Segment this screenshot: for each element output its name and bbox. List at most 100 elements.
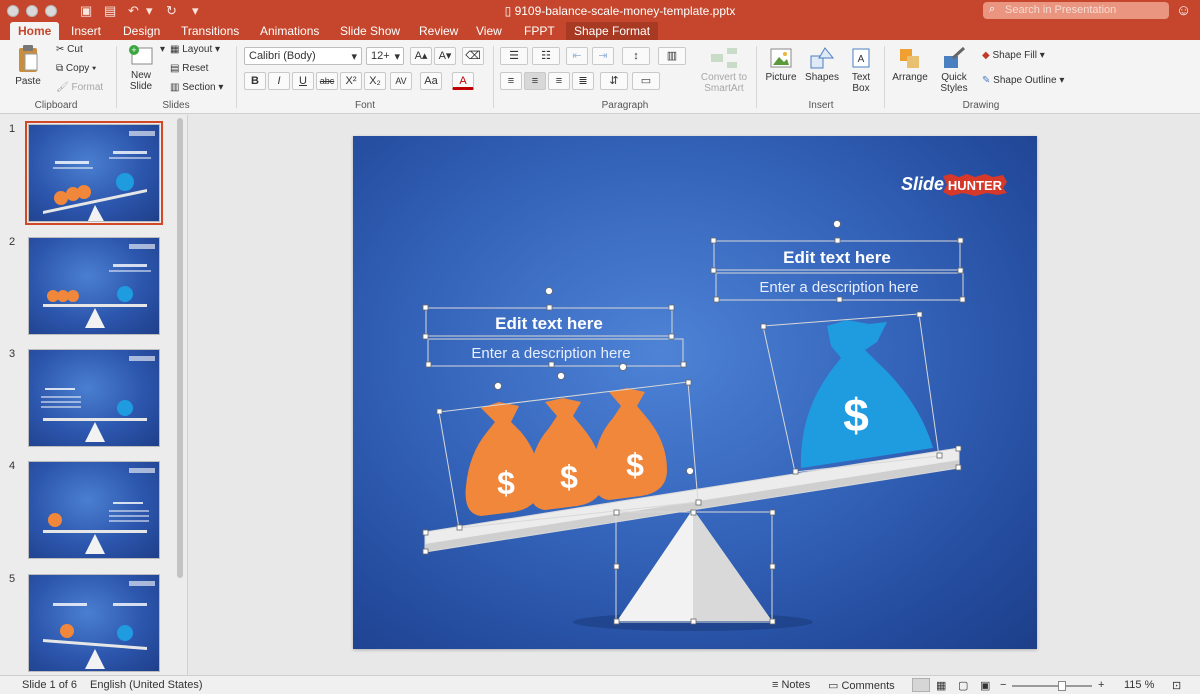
- zoom-slider-thumb[interactable]: [1058, 681, 1066, 691]
- align-center-button[interactable]: ≡: [524, 72, 546, 90]
- thumbnail-scrollbar[interactable]: [177, 118, 183, 578]
- search-presentation-input[interactable]: ⌕ Search in Presentation: [983, 2, 1169, 19]
- normal-view-button[interactable]: [912, 678, 930, 692]
- italic-button[interactable]: I: [268, 72, 290, 90]
- undo-icon[interactable]: ↶: [128, 3, 139, 19]
- redo-icon[interactable]: ↻: [166, 3, 177, 19]
- font-size-value: 12+: [371, 50, 390, 62]
- shape-outline-button[interactable]: ✎ Shape Outline ▾: [982, 74, 1064, 88]
- customize-toolbar-icon[interactable]: ▾: [192, 3, 199, 19]
- align-right-button[interactable]: ≡: [548, 72, 570, 90]
- character-spacing-button[interactable]: AV: [390, 72, 412, 90]
- clear-formatting-button[interactable]: ⌫: [462, 47, 484, 65]
- slideshow-view-icon[interactable]: ▣: [980, 679, 990, 692]
- textbox-label-1: Text: [851, 72, 871, 83]
- columns-button[interactable]: ▥: [658, 47, 686, 65]
- reset-icon: ▤: [170, 63, 183, 74]
- bullets-button[interactable]: ☰: [500, 47, 528, 65]
- tab-design[interactable]: Design: [115, 22, 168, 40]
- money-bag-left-3[interactable]: $: [592, 388, 667, 500]
- cut-button[interactable]: ✂ Cut: [56, 43, 83, 57]
- right-title-text[interactable]: Edit text here: [783, 248, 891, 267]
- close-window-button[interactable]: [7, 5, 19, 17]
- superscript-button[interactable]: X²: [340, 72, 362, 90]
- convert-to-smartart-button[interactable]: Convert to SmartArt: [698, 46, 750, 94]
- tab-fppt[interactable]: FPPT: [516, 22, 563, 40]
- shape-fill-button[interactable]: ◆ Shape Fill ▾: [982, 49, 1045, 63]
- slide-thumbnail-5[interactable]: [28, 574, 160, 672]
- title-bar: ▣ ▤ ↶ ▾ ↻ ▾ ▯ 9109-balance-scale-money-t…: [0, 0, 1200, 22]
- language-status[interactable]: English (United States): [90, 679, 203, 691]
- fit-to-window-icon[interactable]: ⊡: [1172, 679, 1181, 692]
- tab-slide-show[interactable]: Slide Show: [332, 22, 408, 40]
- slide-thumbnail-2[interactable]: [28, 237, 160, 335]
- tab-shape-format[interactable]: Shape Format: [566, 22, 659, 40]
- zoom-level[interactable]: 115 %: [1124, 679, 1154, 691]
- decrease-indent-button[interactable]: ⇤: [566, 47, 588, 65]
- feedback-smiley-icon[interactable]: ☺: [1176, 2, 1191, 19]
- bold-button[interactable]: B: [244, 72, 266, 90]
- comments-button[interactable]: ▭ Comments: [828, 679, 895, 692]
- align-text-button[interactable]: ▭: [632, 72, 660, 90]
- tab-view[interactable]: View: [468, 22, 510, 40]
- undo-dropdown-icon[interactable]: ▾: [146, 3, 153, 19]
- shapes-button[interactable]: Shapes: [804, 46, 840, 83]
- subscript-button[interactable]: X₂: [364, 72, 386, 90]
- right-description-text[interactable]: Enter a description here: [759, 279, 918, 296]
- arrange-button[interactable]: Arrange: [890, 46, 930, 83]
- shrink-font-button[interactable]: A▾: [434, 47, 456, 65]
- slide-count-status: Slide 1 of 6: [22, 679, 78, 691]
- text-box-button[interactable]: A Text Box: [846, 46, 876, 94]
- tab-insert[interactable]: Insert: [63, 22, 109, 40]
- zoom-window-button[interactable]: [45, 5, 57, 17]
- new-slide-button[interactable]: + New Slide: [124, 44, 158, 92]
- money-bag-right[interactable]: $: [800, 320, 933, 468]
- money-bag-left-2[interactable]: $: [528, 398, 603, 510]
- minimize-window-button[interactable]: [26, 5, 38, 17]
- layout-button[interactable]: ▦ Layout ▾: [170, 43, 220, 57]
- quick-styles-button[interactable]: Quick Styles: [936, 46, 972, 94]
- copy-button[interactable]: ⧉ Copy ▾: [56, 62, 96, 76]
- new-slide-dropdown[interactable]: ▾: [160, 43, 165, 57]
- picture-button[interactable]: Picture: [762, 46, 800, 83]
- font-name-select[interactable]: Calibri (Body) ▾: [244, 47, 362, 65]
- zoom-out-icon[interactable]: −: [1000, 679, 1006, 691]
- tab-animations[interactable]: Animations: [252, 22, 327, 40]
- text-direction-button[interactable]: ⇵: [600, 72, 628, 90]
- money-bag-left-1[interactable]: $: [465, 402, 541, 516]
- zoom-in-icon[interactable]: +: [1098, 679, 1104, 691]
- thumbnail-preview: [43, 244, 155, 328]
- underline-button[interactable]: U: [292, 72, 314, 90]
- tab-review[interactable]: Review: [411, 22, 466, 40]
- save-icon[interactable]: ▤: [104, 3, 116, 19]
- paste-button[interactable]: Paste: [8, 44, 48, 87]
- line-spacing-button[interactable]: ↕: [622, 47, 650, 65]
- format-painter-button[interactable]: 🖌 Format: [56, 81, 103, 95]
- align-left-button[interactable]: ≡: [500, 72, 522, 90]
- slide-thumbnail-1[interactable]: [25, 121, 163, 225]
- tab-transitions[interactable]: Transitions: [173, 22, 247, 40]
- search-placeholder: Search in Presentation: [1005, 4, 1117, 16]
- slide[interactable]: Slide HUNTER $ $ $ $ Edit text here Ente…: [353, 136, 1037, 649]
- justify-button[interactable]: ≣: [572, 72, 594, 90]
- section-button[interactable]: ▥ Section ▾: [170, 81, 223, 95]
- change-case-button[interactable]: Aa: [420, 72, 442, 90]
- grow-font-button[interactable]: A▴: [410, 47, 432, 65]
- slide-thumbnail-3[interactable]: [28, 349, 160, 447]
- font-name-value: Calibri (Body): [249, 50, 316, 62]
- font-size-select[interactable]: 12+ ▾: [366, 47, 404, 65]
- increase-indent-button[interactable]: ⇥: [592, 47, 614, 65]
- reading-view-icon[interactable]: ▢: [958, 679, 968, 692]
- reset-button[interactable]: ▤ Reset: [170, 62, 208, 76]
- slide-thumbnail-4[interactable]: [28, 461, 160, 559]
- slide-sorter-icon[interactable]: ▦: [936, 679, 946, 692]
- zoom-slider[interactable]: [1012, 685, 1092, 687]
- sidebar-toggle-icon[interactable]: ▣: [80, 3, 92, 19]
- tab-home[interactable]: Home: [10, 22, 60, 40]
- font-color-button[interactable]: A: [452, 72, 474, 90]
- numbering-button[interactable]: ☷: [532, 47, 560, 65]
- left-title-text[interactable]: Edit text here: [495, 314, 603, 333]
- strikethrough-button[interactable]: abc: [316, 72, 338, 90]
- notes-button[interactable]: ≡ Notes: [772, 679, 810, 691]
- left-description-text[interactable]: Enter a description here: [471, 345, 630, 362]
